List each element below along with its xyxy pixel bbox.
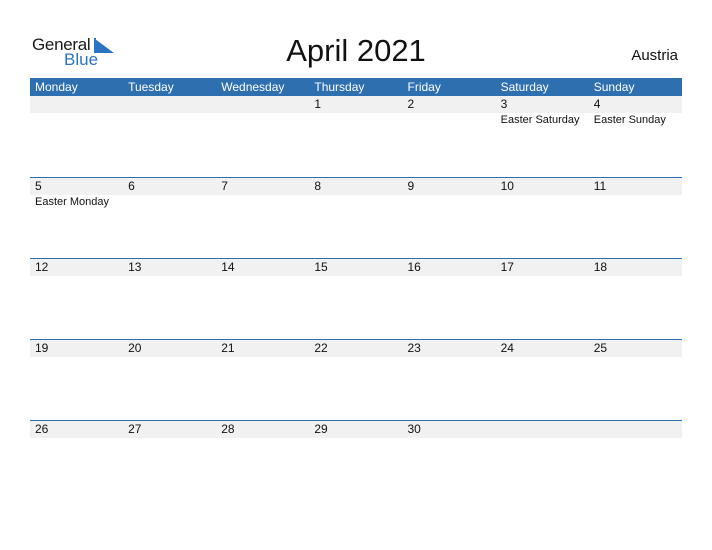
day-number: 26 <box>35 422 49 436</box>
day-number: 2 <box>407 97 415 111</box>
day-cell: 21 <box>216 340 309 420</box>
weekday-thursday: Thursday <box>314 80 365 94</box>
weekday-monday: Monday <box>35 80 78 94</box>
day-number: 27 <box>128 422 142 436</box>
day-number <box>594 421 682 438</box>
day-number <box>221 96 309 113</box>
day-cell: 15 <box>309 259 402 339</box>
week-cells: 19 20 21 22 23 24 25 <box>30 340 682 420</box>
holiday-label: Easter Monday <box>35 196 109 208</box>
day-cell: 13 <box>123 259 216 339</box>
week-cells: 1 2 3 Easter Saturday 4 Easter Sunday <box>30 96 682 177</box>
week-row: 12 13 14 15 16 17 18 <box>30 258 682 339</box>
page-title: April 2021 <box>286 33 426 68</box>
weekday-header: Monday Tuesday Wednesday Thursday Friday… <box>30 78 682 96</box>
day-cell: 12 <box>30 259 123 339</box>
calendar: Monday Tuesday Wednesday Thursday Friday… <box>30 78 682 501</box>
day-cell: 17 <box>496 259 589 339</box>
weekday-tuesday: Tuesday <box>128 80 174 94</box>
day-number: 18 <box>593 260 608 274</box>
day-cell <box>216 96 309 177</box>
day-cell <box>30 96 123 177</box>
day-number <box>128 96 216 113</box>
day-cell: 18 <box>589 259 682 339</box>
day-number: 1 <box>314 97 322 111</box>
day-cell: 4 Easter Sunday <box>589 96 682 177</box>
day-cell: 5 Easter Monday <box>30 178 123 258</box>
holiday-label: Easter Sunday <box>593 114 666 126</box>
day-cell: 26 <box>30 421 123 501</box>
week-row: 5 Easter Monday 6 7 8 9 10 11 <box>30 177 682 258</box>
day-cell: 7 <box>216 178 309 258</box>
day-number: 24 <box>500 341 514 355</box>
day-cell: 24 <box>496 340 589 420</box>
day-number: 30 <box>407 422 421 436</box>
day-cell: 25 <box>589 340 682 420</box>
weekday-wednesday: Wednesday <box>221 80 285 94</box>
day-cell: 19 <box>30 340 123 420</box>
week-cells: 5 Easter Monday 6 7 8 9 10 11 <box>30 178 682 258</box>
day-number: 16 <box>407 260 421 274</box>
day-number: 13 <box>128 260 142 274</box>
day-number: 15 <box>314 260 328 274</box>
holiday-label: Easter Saturday <box>500 114 580 126</box>
day-number: 4 <box>593 97 601 111</box>
day-number: 20 <box>128 341 142 355</box>
day-number: 22 <box>314 341 328 355</box>
day-number: 29 <box>314 422 328 436</box>
day-number: 6 <box>128 179 135 193</box>
week-row: 19 20 21 22 23 24 25 <box>30 339 682 420</box>
day-number: 5 <box>35 179 42 193</box>
day-cell: 3 Easter Saturday <box>496 96 589 177</box>
day-number: 19 <box>35 341 49 355</box>
day-number: 12 <box>35 260 49 274</box>
day-cell: 27 <box>123 421 216 501</box>
day-number: 3 <box>500 97 508 111</box>
day-number: 10 <box>500 179 514 193</box>
day-cell: 1 <box>309 96 402 177</box>
day-cell: 11 <box>589 178 682 258</box>
weeks-container: 1 2 3 Easter Saturday 4 Easter Sunday 5 Easter … <box>30 96 682 501</box>
day-cell <box>589 421 682 501</box>
day-number: 23 <box>407 341 421 355</box>
day-cell: 10 <box>496 178 589 258</box>
day-cell: 30 <box>403 421 496 501</box>
day-cell: 16 <box>403 259 496 339</box>
week-row: 1 2 3 Easter Saturday 4 Easter Sunday <box>30 96 682 177</box>
day-cell: 22 <box>309 340 402 420</box>
day-number: 25 <box>593 341 608 355</box>
day-cell: 6 <box>123 178 216 258</box>
day-number <box>35 96 123 113</box>
day-cell: 2 <box>403 96 496 177</box>
day-number: 21 <box>221 341 235 355</box>
week-cells: 12 13 14 15 16 17 18 <box>30 259 682 339</box>
day-cell: 20 <box>123 340 216 420</box>
country-label: Austria <box>631 47 678 64</box>
day-number: 17 <box>500 260 514 274</box>
day-cell: 8 <box>309 178 402 258</box>
week-row: 26 27 28 29 30 <box>30 420 682 501</box>
day-cell: 29 <box>309 421 402 501</box>
day-cell: 14 <box>216 259 309 339</box>
day-cell <box>123 96 216 177</box>
day-cell <box>496 421 589 501</box>
day-number <box>501 421 589 438</box>
day-number: 11 <box>593 179 607 193</box>
day-number: 8 <box>314 179 322 193</box>
weekday-saturday: Saturday <box>500 80 549 94</box>
day-number: 14 <box>221 260 235 274</box>
weekday-friday: Friday <box>407 80 441 94</box>
day-cell: 23 <box>403 340 496 420</box>
weekday-sunday: Sunday <box>593 80 635 94</box>
day-number: 7 <box>221 179 228 193</box>
day-cell: 28 <box>216 421 309 501</box>
day-cell: 9 <box>403 178 496 258</box>
day-number: 28 <box>221 422 235 436</box>
week-cells: 26 27 28 29 30 <box>30 421 682 501</box>
day-number: 9 <box>407 179 415 193</box>
